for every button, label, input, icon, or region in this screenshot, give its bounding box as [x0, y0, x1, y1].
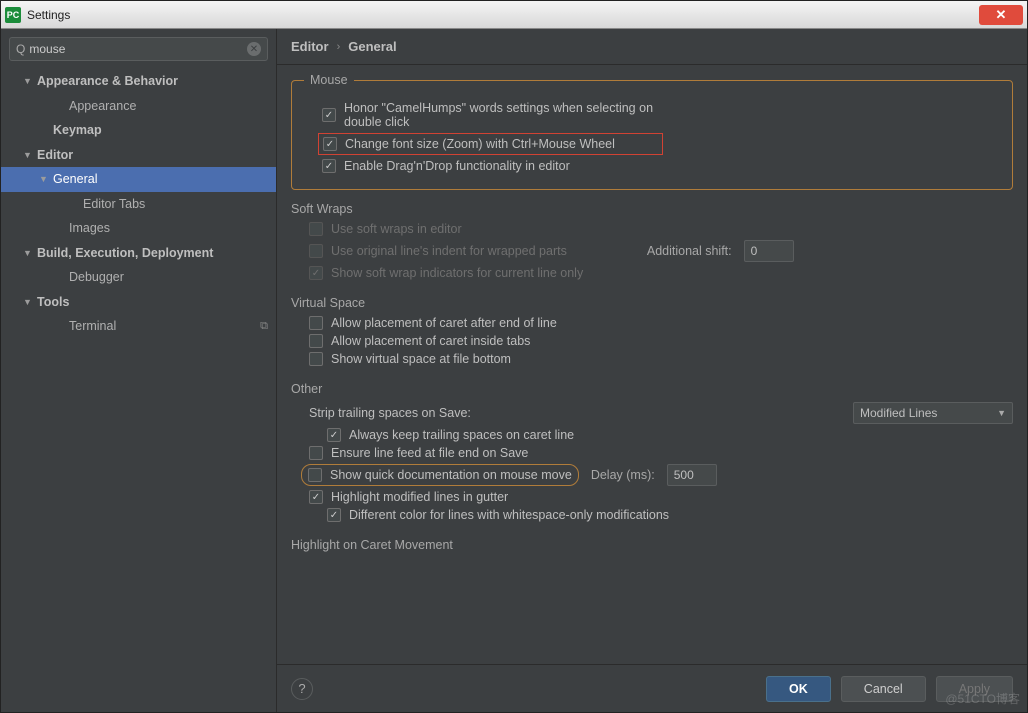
sidebar-item-tools[interactable]: ▼ Tools	[1, 290, 276, 315]
chevron-down-icon: ▼	[997, 408, 1006, 418]
apply-button[interactable]: Apply	[936, 676, 1013, 702]
strip-select-value: Modified Lines	[860, 406, 937, 420]
sidebar-item-label: Terminal	[69, 319, 260, 333]
sidebar-item-label: Debugger	[69, 270, 268, 284]
mouse-legend: Mouse	[304, 73, 354, 87]
window-title: Settings	[27, 8, 70, 22]
sidebar-item-label: Editor Tabs	[83, 197, 268, 211]
quickdoc-highlight: Show quick documentation on mouse move	[301, 464, 579, 486]
expand-arrow-icon: ▼	[23, 248, 33, 258]
expand-arrow-icon: ▼	[23, 297, 33, 307]
caret-end-label: Allow placement of caret after end of li…	[331, 316, 557, 330]
caret-tabs-checkbox[interactable]	[309, 334, 323, 348]
dnd-label: Enable Drag'n'Drop functionality in edit…	[344, 159, 570, 173]
caretmove-legend: Highlight on Caret Movement	[291, 538, 1013, 552]
caret-tabs-label: Allow placement of caret inside tabs	[331, 334, 530, 348]
clear-search-icon[interactable]: ✕	[247, 42, 261, 56]
sidebar-item-terminal[interactable]: Terminal⧉	[1, 314, 276, 339]
sidebar-item-label: Appearance & Behavior	[37, 74, 268, 88]
breadcrumb-leaf: General	[348, 39, 396, 54]
sidebar-item-general[interactable]: ▼ General	[1, 167, 276, 192]
highlight-mod-checkbox[interactable]	[309, 490, 323, 504]
softwrap-indicators-label: Show soft wrap indicators for current li…	[331, 266, 583, 280]
honor-camelhumps-label: Honor "CamelHumps" words settings when s…	[344, 101, 684, 129]
additional-shift-input[interactable]	[744, 240, 794, 262]
help-button[interactable]: ?	[291, 678, 313, 700]
sidebar-item-appearance-behavior[interactable]: ▼ Appearance & Behavior	[1, 69, 276, 94]
delay-input[interactable]	[667, 464, 717, 486]
mouse-group: Mouse Honor "CamelHumps" words settings …	[291, 73, 1013, 190]
diff-color-label: Different color for lines with whitespac…	[349, 508, 669, 522]
virtual-legend: Virtual Space	[291, 296, 1013, 310]
sidebar-item-appearance[interactable]: Appearance	[1, 94, 276, 119]
highlight-mod-label: Highlight modified lines in gutter	[331, 490, 508, 504]
virtual-bottom-checkbox[interactable]	[309, 352, 323, 366]
sidebar-item-editor[interactable]: ▼ Editor	[1, 143, 276, 168]
ok-button[interactable]: OK	[766, 676, 831, 702]
sidebar-item-images[interactable]: Images	[1, 216, 276, 241]
app-icon: PC	[5, 7, 21, 23]
honor-camelhumps-checkbox[interactable]	[322, 108, 336, 122]
delay-label: Delay (ms):	[591, 468, 655, 482]
sidebar-item-editor-tabs[interactable]: Editor Tabs	[1, 192, 276, 217]
keep-caret-checkbox[interactable]	[327, 428, 341, 442]
zoom-label: Change font size (Zoom) with Ctrl+Mouse …	[345, 137, 615, 151]
softwrap-use-checkbox[interactable]	[309, 222, 323, 236]
settings-tree: ▼ Appearance & Behavior Appearance Keymap ▼ E…	[1, 69, 276, 712]
sidebar-item-keymap[interactable]: Keymap	[1, 118, 276, 143]
diff-color-checkbox[interactable]	[327, 508, 341, 522]
sidebar: Q ✕ ▼ Appearance & Behavior Appearance Keym…	[1, 29, 277, 712]
sidebar-item-label: Tools	[37, 295, 268, 309]
project-scope-icon: ⧉	[260, 320, 268, 333]
additional-shift-label: Additional shift:	[647, 244, 732, 258]
search-input[interactable]	[29, 42, 247, 56]
caret-end-checkbox[interactable]	[309, 316, 323, 330]
search-input-wrap[interactable]: Q ✕	[9, 37, 268, 61]
softwrap-indent-label: Use original line's indent for wrapped p…	[331, 244, 567, 258]
virtual-bottom-label: Show virtual space at file bottom	[331, 352, 511, 366]
quickdoc-checkbox[interactable]	[308, 468, 322, 482]
sidebar-item-label: Keymap	[53, 123, 268, 137]
footer: ? OK Cancel Apply	[277, 664, 1027, 712]
settings-window: PC Settings ✕ Q ✕ ▼ Appearance & Behavior…	[0, 0, 1028, 713]
cancel-button[interactable]: Cancel	[841, 676, 926, 702]
softwraps-legend: Soft Wraps	[291, 202, 1013, 216]
sidebar-item-debugger[interactable]: Debugger	[1, 265, 276, 290]
line-feed-label: Ensure line feed at file end on Save	[331, 446, 528, 460]
expand-arrow-icon: ▼	[23, 76, 33, 86]
sidebar-item-label: General	[53, 172, 268, 186]
expand-arrow-icon: ▼	[23, 150, 33, 160]
quickdoc-label: Show quick documentation on mouse move	[330, 468, 572, 482]
expand-arrow-icon: ▼	[39, 174, 49, 184]
strip-label: Strip trailing spaces on Save:	[309, 406, 471, 420]
breadcrumb-separator-icon: ›	[337, 41, 341, 53]
sidebar-item-label: Build, Execution, Deployment	[37, 246, 268, 260]
zoom-highlight-box: Change font size (Zoom) with Ctrl+Mouse …	[318, 133, 663, 155]
content-pane: Editor › General Mouse Honor "CamelHumps…	[277, 29, 1027, 712]
line-feed-checkbox[interactable]	[309, 446, 323, 460]
softwrap-indicators-checkbox[interactable]	[309, 266, 323, 280]
softwrap-use-label: Use soft wraps in editor	[331, 222, 462, 236]
breadcrumb-root[interactable]: Editor	[291, 39, 329, 54]
softwrap-indent-checkbox[interactable]	[309, 244, 323, 258]
strip-select[interactable]: Modified Lines ▼	[853, 402, 1013, 424]
settings-scroll[interactable]: Mouse Honor "CamelHumps" words settings …	[277, 65, 1027, 664]
sidebar-item-label: Editor	[37, 148, 268, 162]
sidebar-item-label: Appearance	[69, 99, 268, 113]
zoom-checkbox[interactable]	[323, 137, 337, 151]
keep-caret-label: Always keep trailing spaces on caret lin…	[349, 428, 574, 442]
sidebar-item-label: Images	[69, 221, 268, 235]
dnd-checkbox[interactable]	[322, 159, 336, 173]
other-legend: Other	[291, 382, 1013, 396]
titlebar: PC Settings ✕	[1, 1, 1027, 29]
search-icon: Q	[16, 42, 25, 56]
close-button[interactable]: ✕	[979, 5, 1023, 25]
breadcrumb: Editor › General	[277, 29, 1027, 65]
sidebar-item-build-execution-deployment[interactable]: ▼ Build, Execution, Deployment	[1, 241, 276, 266]
